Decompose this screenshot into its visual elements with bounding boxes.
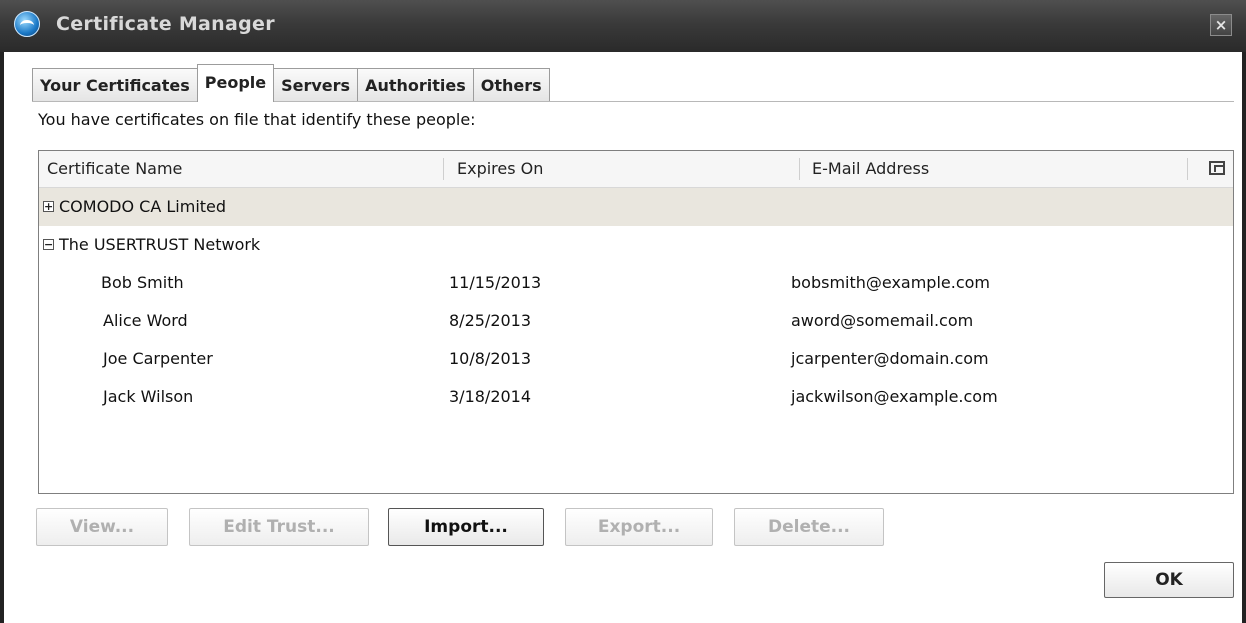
column-separator[interactable] xyxy=(443,158,444,180)
group-name: The USERTRUST Network xyxy=(59,235,261,254)
column-picker-icon[interactable] xyxy=(1209,161,1225,175)
column-header-expires-on[interactable]: Expires On xyxy=(457,151,543,187)
app-logo-icon xyxy=(14,11,40,37)
edit-trust-button[interactable]: Edit Trust... xyxy=(189,508,369,546)
certificate-manager-window: Certificate Manager × Your Certificates … xyxy=(0,0,1246,623)
certificate-tree[interactable]: Certificate Name Expires On E-Mail Addre… xyxy=(38,150,1234,494)
cell-expires-on: 3/18/2014 xyxy=(449,387,532,406)
cell-certificate-name: Joe Carpenter xyxy=(103,349,213,368)
tree-group-row[interactable]: − The USERTRUST Network xyxy=(39,226,1233,264)
tab-authorities[interactable]: Authorities xyxy=(357,68,474,102)
ok-button[interactable]: OK xyxy=(1104,562,1234,598)
column-header-email-address[interactable]: E-Mail Address xyxy=(812,151,929,187)
cell-email: aword@somemail.com xyxy=(791,311,974,330)
cell-email: jcarpenter@domain.com xyxy=(791,349,989,368)
column-separator[interactable] xyxy=(799,158,800,180)
cell-expires-on: 10/8/2013 xyxy=(449,349,532,368)
table-row[interactable]: Jack Wilson 3/18/2014 jackwilson@example… xyxy=(39,378,1233,416)
table-row[interactable]: Alice Word 8/25/2013 aword@somemail.com xyxy=(39,302,1233,340)
tab-people[interactable]: People xyxy=(196,64,275,102)
tree-group-row[interactable]: + COMODO CA Limited xyxy=(39,188,1233,226)
view-button[interactable]: View... xyxy=(36,508,168,546)
delete-button[interactable]: Delete... xyxy=(734,508,884,546)
cell-expires-on: 11/15/2013 xyxy=(449,273,542,292)
cell-certificate-name: Alice Word xyxy=(103,311,188,330)
table-row[interactable]: Joe Carpenter 10/8/2013 jcarpenter@domai… xyxy=(39,340,1233,378)
column-separator[interactable] xyxy=(1187,158,1188,180)
group-name: COMODO CA Limited xyxy=(59,197,227,216)
table-row[interactable]: Bob Smith 11/15/2013 bobsmith@example.co… xyxy=(39,264,1233,302)
title-bar: Certificate Manager × xyxy=(0,0,1246,52)
cell-email: jackwilson@example.com xyxy=(791,387,998,406)
close-button[interactable]: × xyxy=(1210,14,1232,36)
tab-servers[interactable]: Servers xyxy=(273,68,359,102)
description-text: You have certificates on file that ident… xyxy=(38,110,476,129)
window-title: Certificate Manager xyxy=(56,13,275,35)
import-button[interactable]: Import... xyxy=(388,508,544,546)
cell-certificate-name: Bob Smith xyxy=(101,273,184,292)
expand-icon[interactable]: + xyxy=(43,201,54,212)
tab-strip: Your Certificates People Servers Authori… xyxy=(32,64,550,102)
tab-your-certificates[interactable]: Your Certificates xyxy=(32,68,198,102)
export-button[interactable]: Export... xyxy=(565,508,713,546)
cell-email: bobsmith@example.com xyxy=(791,273,991,292)
tree-header: Certificate Name Expires On E-Mail Addre… xyxy=(39,151,1233,188)
collapse-icon[interactable]: − xyxy=(43,239,54,250)
column-header-certificate-name[interactable]: Certificate Name xyxy=(47,151,182,187)
cell-expires-on: 8/25/2013 xyxy=(449,311,532,330)
cell-certificate-name: Jack Wilson xyxy=(103,387,194,406)
tab-others[interactable]: Others xyxy=(472,68,550,102)
